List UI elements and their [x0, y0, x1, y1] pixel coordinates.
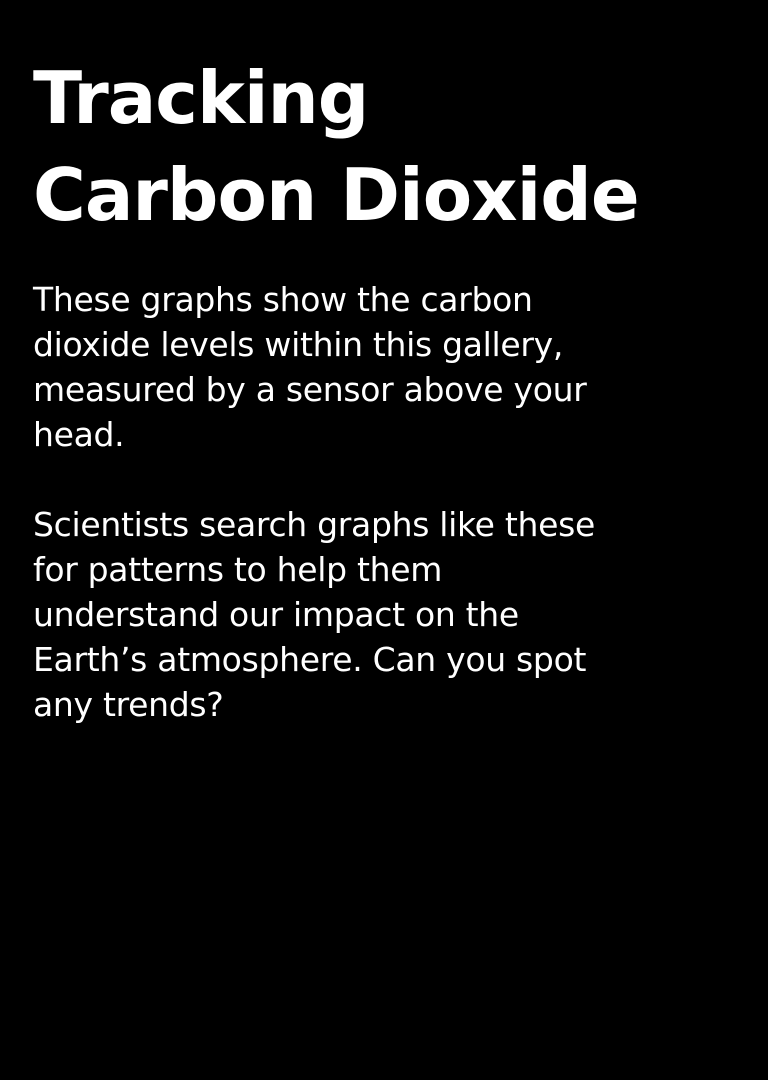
- question-line: Scientists search graphs like these: [33, 505, 596, 544]
- intro-paragraph: These graphs show the carbon dioxide lev…: [33, 277, 733, 457]
- question-line: Earth’s atmosphere. Can you spot: [33, 640, 587, 679]
- intro-line: head.: [33, 415, 125, 454]
- info-panel: Tracking Carbon Dioxide These graphs sho…: [33, 50, 733, 727]
- intro-line: These graphs show the carbon: [33, 280, 533, 319]
- intro-line: dioxide levels within this gallery,: [33, 325, 564, 364]
- intro-line: measured by a sensor above your: [33, 370, 587, 409]
- page-title: Tracking Carbon Dioxide: [33, 50, 733, 244]
- question-line: understand our impact on the: [33, 595, 519, 634]
- question-line: for patterns to help them: [33, 550, 443, 589]
- question-line: any trends?: [33, 685, 224, 724]
- question-paragraph: Scientists search graphs like these for …: [33, 502, 733, 727]
- title-line: Tracking: [33, 56, 369, 140]
- title-line: Carbon Dioxide: [33, 153, 640, 237]
